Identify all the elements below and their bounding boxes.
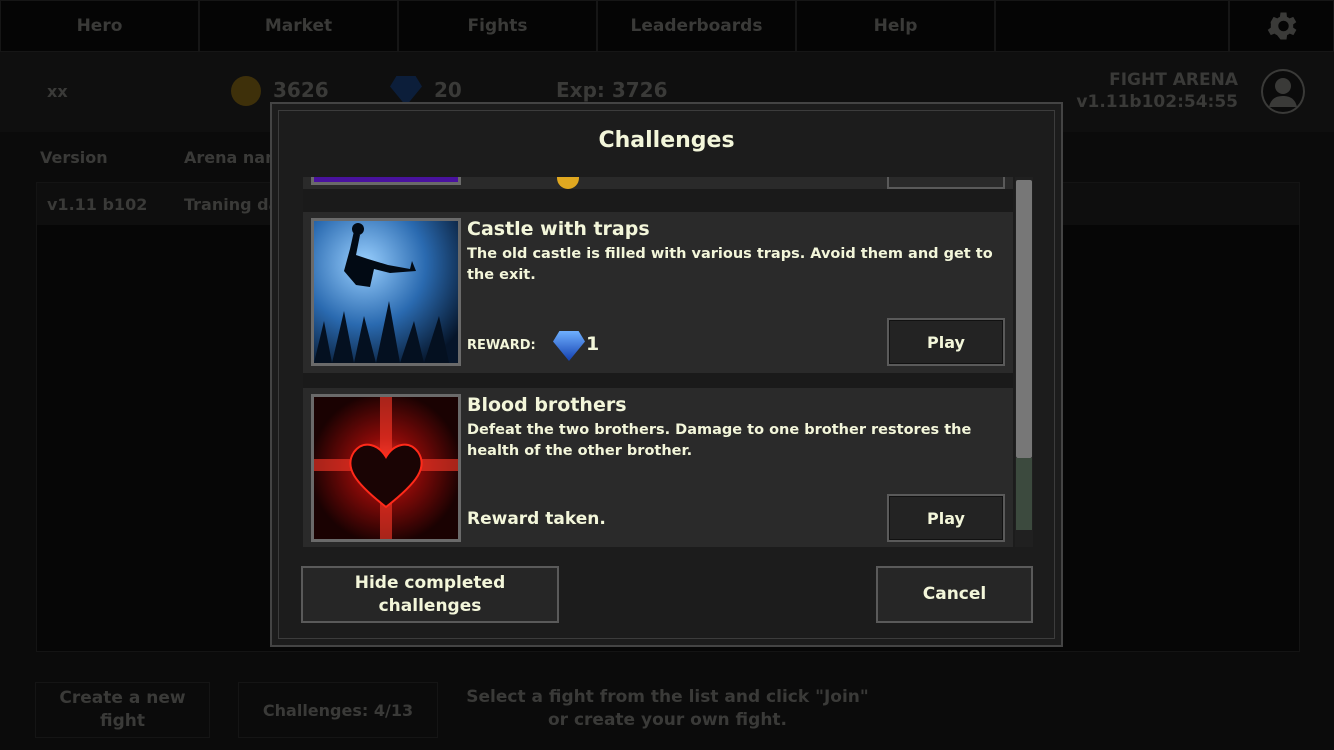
challenge-title: Blood brothers [467,394,627,416]
user-icon [1269,78,1297,107]
scrollbar-thumb[interactable] [1016,180,1032,458]
cell-arena-name: Traning da [184,195,280,214]
column-header-arena-name: Arena nam [184,148,282,167]
challenge-description: The old castle is filled with various tr… [467,246,993,283]
tab-hero[interactable]: Hero [0,0,199,52]
challenge-item: Blood brothers Defeat the two brothers. … [303,388,1013,547]
dialog-title: Challenges [598,128,735,153]
tab-market[interactable]: Market [199,0,398,52]
app-version: v1.11b102:54:55 [1076,92,1238,112]
gold-coin-icon [231,76,261,106]
play-button-partial[interactable] [887,177,1005,189]
challenge-image-castle [311,218,461,366]
player-name: xx [47,82,68,101]
gem-icon [553,331,585,361]
hide-completed-button[interactable]: Hide completed challenges [301,566,559,623]
challenge-item: Castle with traps The old castle is fill… [303,212,1013,373]
avatar[interactable] [1261,69,1305,114]
reward-value: 1 [586,333,600,355]
tab-fights[interactable]: Fights [398,0,597,52]
challenge-list[interactable]: Castle with traps The old castle is fill… [303,177,1013,547]
gear-icon [1267,12,1296,40]
gold-coin-icon [557,177,579,189]
create-fight-button[interactable]: Create a new fight [35,682,210,738]
challenge-description: Defeat the two brothers. Damage to one b… [467,422,972,459]
exp-value: Exp: 3726 [556,78,668,102]
app-title: FIGHT ARENA [1109,70,1238,90]
settings-button[interactable] [1229,0,1334,52]
reward-status: Reward taken. [467,509,606,529]
tab-help[interactable]: Help [796,0,995,52]
column-header-version: Version [40,148,108,167]
play-button[interactable]: Play [887,318,1005,366]
tab-empty [995,0,1229,52]
scrollbar-lower [1016,458,1032,530]
challenge-image [311,177,461,185]
gem-amount: 20 [434,78,462,102]
play-button[interactable]: Play [887,494,1005,542]
scrollbar-track[interactable] [1015,177,1033,547]
challenge-image-blood-brothers [311,394,461,542]
cancel-button[interactable]: Cancel [876,566,1033,623]
tab-leaderboards[interactable]: Leaderboards [597,0,796,52]
cell-version: v1.11 b102 [47,195,148,214]
footer-hint: Select a fight from the list and click "… [466,687,869,730]
gold-amount: 3626 [273,78,329,102]
challenges-button[interactable]: Challenges: 4/13 [238,682,438,738]
challenge-item-partial [303,177,1013,189]
challenge-title: Castle with traps [467,218,650,240]
reward-label: REWARD: [467,338,536,353]
